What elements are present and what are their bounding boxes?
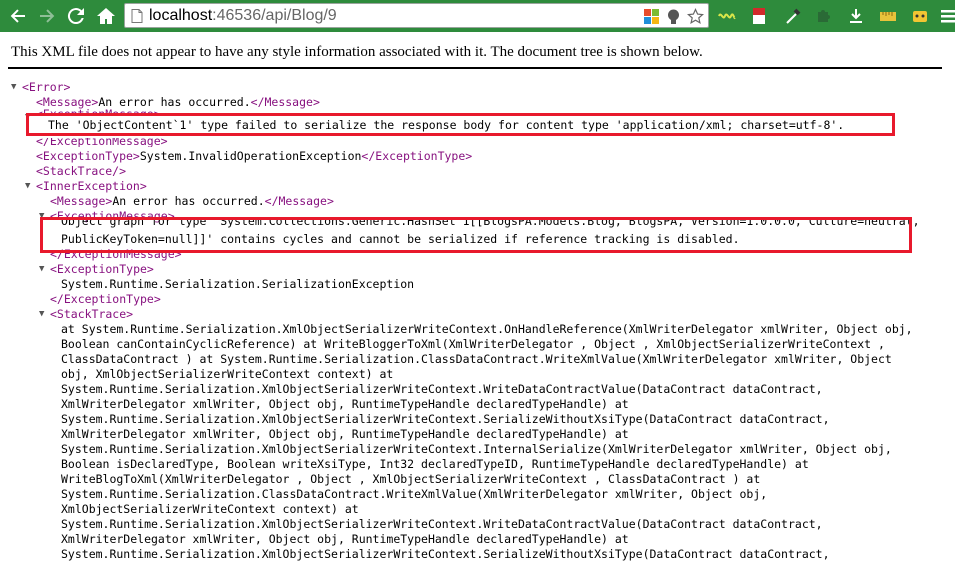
collapse-triangle-icon[interactable]: ▼ [11,80,21,95]
bulb-icon[interactable] [665,8,682,25]
inner-message-element: <Message>An error has occurred.</Message… [50,194,334,208]
stacktrace-empty-tag: <StackTrace/> [36,164,127,178]
address-bar[interactable]: localhost:46536/api/Blog/9 [124,3,709,28]
stack-line: System.Runtime.Serialization.XmlObjectSe… [61,382,823,396]
stack-line: XmlWriterDelegator xmlWriter, Object obj… [61,532,629,546]
stack-line: System.Runtime.Serialization.XmlObjectSe… [61,412,830,426]
forward-icon[interactable] [35,4,59,28]
stack-line: Boolean canContainCyclicReference) at Wr… [61,337,885,351]
extension-ruler-icon[interactable] [878,6,898,26]
back-icon[interactable] [6,4,30,28]
home-icon[interactable] [94,4,118,28]
inner-exception-open-tag: <InnerException> [36,179,147,193]
extension-puzzle-icon[interactable] [813,6,833,26]
xml-viewer: This XML file does not appear to have an… [0,32,955,570]
stack-line: System.Runtime.Serialization.XmlObjectSe… [61,547,830,561]
style-notice: This XML file does not appear to have an… [11,44,703,60]
page-icon [131,9,143,23]
stack-line: XmlWriterDelegator xmlWriter, Object obj… [61,427,629,441]
menu-icon[interactable] [938,6,955,26]
exception-message-close-tag: </ExceptionMessage> [36,138,168,147]
extension-robot-icon[interactable] [910,6,930,26]
inner-exception-type-close-tag: </ExceptionType> [50,292,161,306]
stack-line: at System.Runtime.Serialization.XmlObjec… [61,322,913,336]
inner-exception-type-open-tag: <ExceptionType> [50,262,154,276]
exception-type-element: <ExceptionType>System.InvalidOperationEx… [36,149,473,163]
reload-icon[interactable] [64,4,88,28]
extension-download-icon[interactable] [846,6,866,26]
stack-line: obj, XmlObjectSerializerWriteContext con… [61,367,394,381]
stack-line: ClassDataContract ) at System.Runtime.Se… [61,352,892,366]
stack-line: System.Runtime.Serialization.XmlObjectSe… [61,442,892,456]
inner-exception-type-text: System.Runtime.Serialization.Serializati… [61,277,415,291]
stack-line: XmlObjectSerializerWriteContext context)… [61,502,359,516]
stack-line: System.Runtime.Serialization.XmlObjectSe… [61,517,823,531]
stacktrace-open-tag: <StackTrace> [50,307,134,321]
notice-divider [8,67,942,69]
office-icon[interactable] [643,8,660,25]
url-path: :46536/api/Blog/9 [212,7,337,24]
stack-line: Boolean isDeclaredType, Boolean writeXsi… [61,457,809,471]
collapse-triangle-icon[interactable]: ▼ [25,179,35,194]
highlight-box-exception-message [26,113,895,136]
url-host: localhost [149,7,213,24]
stack-line: System.Runtime.Serialization.ClassDataCo… [61,487,768,501]
extension-wave-icon[interactable] [717,6,737,26]
url-text[interactable]: localhost:46536/api/Blog/9 [149,7,337,25]
extension-pdf-icon[interactable] [749,6,769,26]
highlight-box-inner-exception-message [40,217,912,253]
browser-toolbar: localhost:46536/api/Blog/9 [0,0,955,32]
collapse-triangle-icon[interactable]: ▼ [39,307,49,322]
stack-line: WriteBlogToXml(XmlWriterDelegator , Obje… [61,472,761,486]
extension-eyedropper-icon[interactable] [783,6,803,26]
star-icon[interactable] [687,8,704,25]
collapse-triangle-icon[interactable]: ▼ [39,262,49,277]
error-open-tag: <Error> [22,80,71,94]
stack-line: XmlWriterDelegator xmlWriter, Object obj… [61,397,629,411]
